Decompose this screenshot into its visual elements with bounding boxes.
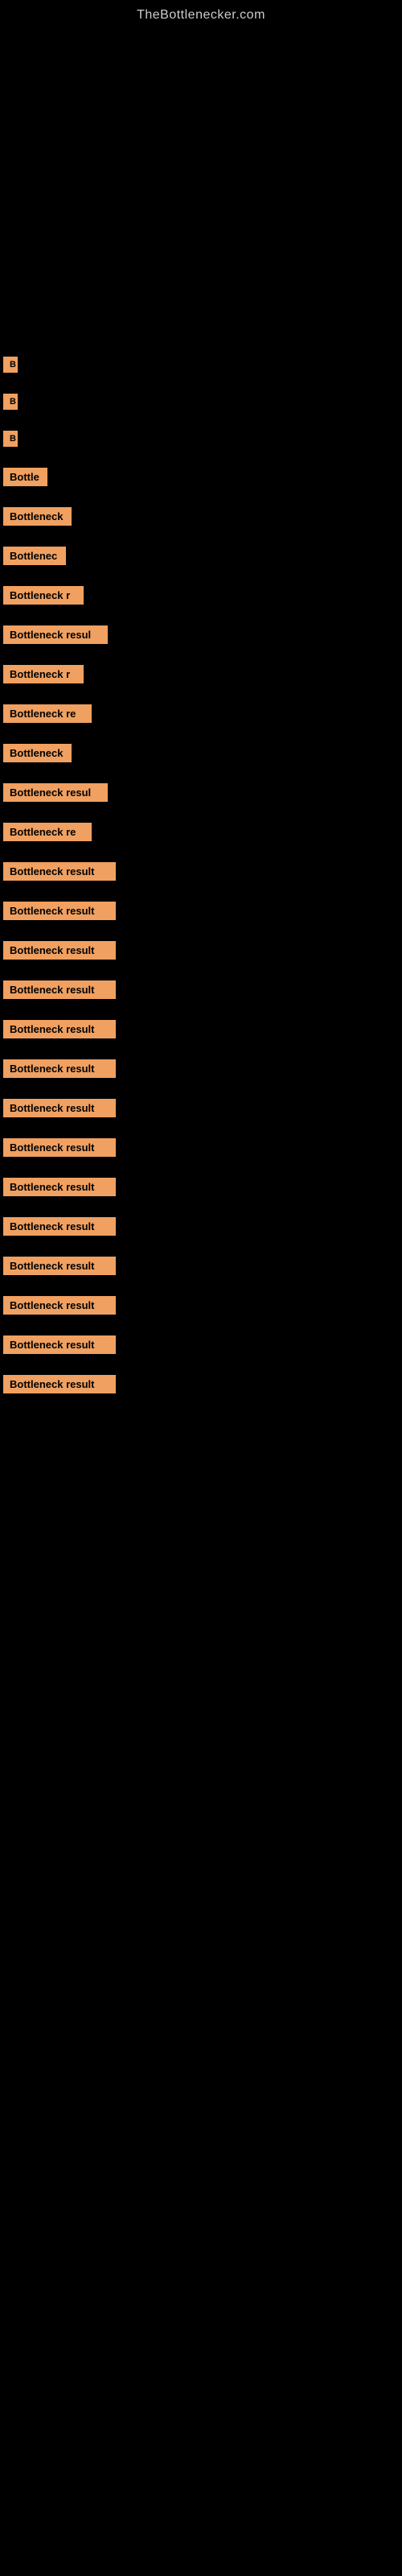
bottleneck-item-18: Bottleneck result (3, 1138, 116, 1157)
result-row-18: Bottleneck result (0, 1130, 402, 1165)
bottleneck-item-1: Bottle (3, 468, 47, 486)
result-row-19: Bottleneck result (0, 1170, 402, 1204)
bottleneck-item-19: Bottleneck result (3, 1178, 116, 1196)
result-row-small-1: B (0, 349, 402, 381)
result-row-5: Bottleneck resul (0, 617, 402, 652)
bottleneck-item-12: Bottleneck result (3, 902, 116, 920)
bottleneck-item-16: Bottleneck result (3, 1059, 116, 1078)
result-row-9: Bottleneck resul (0, 775, 402, 810)
result-row-17: Bottleneck result (0, 1091, 402, 1125)
result-row-23: Bottleneck result (0, 1327, 402, 1362)
bottleneck-item-14: Bottleneck result (3, 980, 116, 999)
page-wrapper: TheBottlenecker.com B B B Bottle Bottlen… (0, 0, 402, 1402)
result-row-7: Bottleneck re (0, 696, 402, 731)
bottleneck-item-6: Bottleneck r (3, 665, 84, 683)
result-row-small-2: B (0, 386, 402, 418)
result-row-20: Bottleneck result (0, 1209, 402, 1244)
result-row-13: Bottleneck result (0, 933, 402, 968)
bottleneck-item-small-3: B (3, 431, 18, 447)
bottleneck-item-24: Bottleneck result (3, 1375, 116, 1393)
result-row-22: Bottleneck result (0, 1288, 402, 1323)
result-row-3: Bottlenec (0, 539, 402, 573)
result-row-2: Bottleneck (0, 499, 402, 534)
result-row-14: Bottleneck result (0, 972, 402, 1007)
bottleneck-item-23: Bottleneck result (3, 1335, 116, 1354)
bottleneck-item-21: Bottleneck result (3, 1257, 116, 1275)
result-row-21: Bottleneck result (0, 1249, 402, 1283)
bottleneck-item-10: Bottleneck re (3, 823, 92, 841)
result-row-small-3: B (0, 423, 402, 455)
bottleneck-item-7: Bottleneck re (3, 704, 92, 723)
bottleneck-item-small-2: B (3, 394, 18, 410)
site-title: TheBottlenecker.com (0, 0, 402, 27)
result-row-4: Bottleneck r (0, 578, 402, 613)
bottleneck-item-5: Bottleneck resul (3, 625, 108, 644)
bottleneck-item-4: Bottleneck r (3, 586, 84, 605)
result-row-1: Bottle (0, 460, 402, 494)
bottleneck-item-8: Bottleneck (3, 744, 72, 762)
bottleneck-item-2: Bottleneck (3, 507, 72, 526)
result-row-10: Bottleneck re (0, 815, 402, 849)
result-row-8: Bottleneck (0, 736, 402, 770)
bottleneck-item-9: Bottleneck resul (3, 783, 108, 802)
result-row-16: Bottleneck result (0, 1051, 402, 1086)
bottleneck-item-3: Bottlenec (3, 547, 66, 565)
bottleneck-item-22: Bottleneck result (3, 1296, 116, 1315)
bottleneck-item-15: Bottleneck result (3, 1020, 116, 1038)
bottleneck-item-17: Bottleneck result (3, 1099, 116, 1117)
bottleneck-item-small-1: B (3, 357, 18, 373)
result-row-24: Bottleneck result (0, 1367, 402, 1402)
result-row-6: Bottleneck r (0, 657, 402, 691)
result-row-12: Bottleneck result (0, 894, 402, 928)
result-row-11: Bottleneck result (0, 854, 402, 889)
result-row-15: Bottleneck result (0, 1012, 402, 1046)
bottleneck-item-20: Bottleneck result (3, 1217, 116, 1236)
bottleneck-item-13: Bottleneck result (3, 941, 116, 960)
bottleneck-item-11: Bottleneck result (3, 862, 116, 881)
content-area: B B B Bottle Bottleneck Bottlenec Bottle… (0, 27, 402, 1402)
